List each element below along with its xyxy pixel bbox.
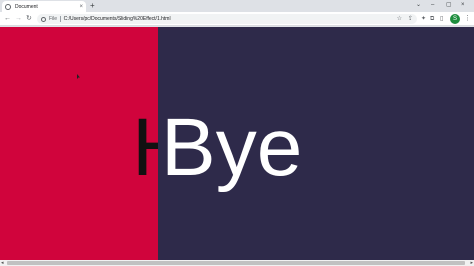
scroll-right-arrow-icon[interactable]: ▸ — [470, 260, 473, 266]
chevron-down-icon[interactable]: ⌄ — [416, 1, 421, 10]
extension-icon[interactable]: ✦ — [421, 14, 426, 24]
divider — [60, 16, 61, 22]
sidepanel-icon[interactable]: ▯ — [440, 14, 443, 24]
close-window-button[interactable]: × — [461, 1, 465, 10]
scrollbar-thumb[interactable] — [7, 261, 465, 265]
info-icon[interactable] — [41, 16, 46, 22]
toolbar: ← → ↻ File C:/Users/pc/Documents/Sliding… — [0, 12, 474, 26]
bye-word: Bye — [161, 102, 303, 193]
share-icon[interactable]: ⇪ — [408, 15, 413, 23]
horizontal-scrollbar[interactable]: ◂ ▸ — [0, 260, 474, 266]
tab-document[interactable]: Document × — [2, 1, 86, 12]
new-tab-button[interactable]: + — [90, 1, 95, 11]
back-button[interactable]: ← — [4, 14, 11, 24]
menu-icon[interactable]: ⋮ — [464, 14, 471, 24]
left-panel-clip: H — [0, 27, 158, 260]
puzzle-icon[interactable]: ⧉ — [430, 14, 434, 24]
scroll-left-arrow-icon[interactable]: ◂ — [1, 260, 4, 266]
tab-strip: Document × + ⌄ – ▢ × — [0, 0, 474, 12]
profile-avatar[interactable]: S — [450, 14, 460, 24]
minimize-button[interactable]: – — [431, 1, 434, 10]
close-tab-icon[interactable]: × — [79, 4, 83, 10]
globe-icon — [5, 3, 11, 10]
scheme-label: File — [49, 16, 58, 22]
reload-button[interactable]: ↻ — [26, 14, 32, 24]
forward-button[interactable]: → — [15, 14, 22, 24]
page-viewport: H Bye — [0, 27, 474, 260]
bookmark-star-icon[interactable]: ☆ — [397, 15, 402, 23]
tab-title: Document — [15, 3, 38, 10]
maximize-button[interactable]: ▢ — [446, 1, 452, 10]
address-bar[interactable]: File C:/Users/pc/Documents/Sliding%20Eff… — [37, 14, 417, 24]
hello-word: H — [132, 107, 158, 189]
url-text[interactable]: C:/Users/pc/Documents/Sliding%20Effect/1… — [64, 16, 171, 22]
